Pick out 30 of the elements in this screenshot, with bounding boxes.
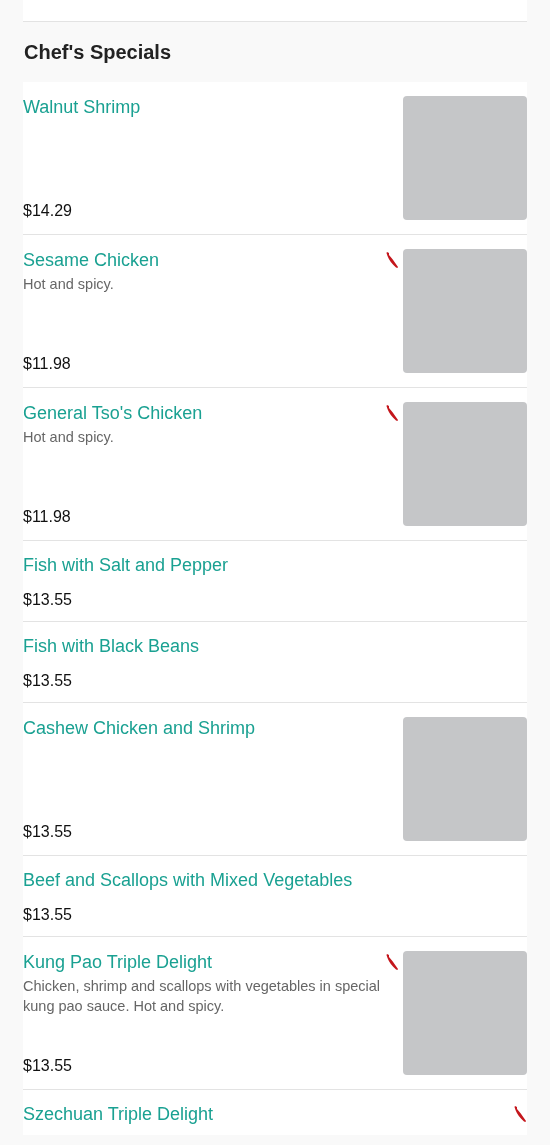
menu-item-row[interactable]: General Tso's Chicken Hot and spicy. $11.98: [23, 388, 527, 541]
menu-item-row[interactable]: Fish with Salt and Pepper $13.55: [23, 541, 527, 622]
dish-name[interactable]: Kung Pao Triple Delight: [23, 951, 213, 973]
dish-name[interactable]: Cashew Chicken and Shrimp: [23, 717, 256, 739]
dish-name[interactable]: Fish with Salt and Pepper: [23, 554, 229, 576]
dish-price: $14.29: [23, 201, 73, 220]
menu-item-row[interactable]: Szechuan Triple Delight: [23, 1090, 527, 1135]
menu-item-row[interactable]: Walnut Shrimp $14.29: [23, 82, 527, 235]
dish-name[interactable]: Sesame Chicken: [23, 249, 160, 271]
dish-name[interactable]: Szechuan Triple Delight: [23, 1103, 214, 1125]
menu-item-row[interactable]: Sesame Chicken Hot and spicy. $11.98: [23, 235, 527, 388]
menu-item-row[interactable]: Kung Pao Triple Delight Chicken, shrimp and scallops with vegetables in special kung pao sauce. Hot and spicy. $13.55: [23, 937, 527, 1090]
menu-item-row[interactable]: Fish with Black Beans $13.55: [23, 622, 527, 703]
dish-price: $11.98: [23, 507, 72, 526]
dish-name[interactable]: Walnut Shrimp: [23, 96, 141, 118]
dish-price: $13.55: [23, 822, 73, 841]
menu-item-row[interactable]: Cashew Chicken and Shrimp $13.55: [23, 703, 527, 856]
dish-price: $13.55: [23, 671, 73, 690]
menu-item-row[interactable]: Beef and Scallops with Mixed Vegetables $13.55: [23, 856, 527, 937]
section-title: Chef's Specials: [23, 40, 173, 65]
dish-name[interactable]: Fish with Black Beans: [23, 635, 200, 657]
dish-price: $13.55: [23, 1056, 73, 1075]
dish-description: Hot and spicy.: [23, 428, 115, 447]
dish-price: $13.55: [23, 590, 73, 609]
dish-name[interactable]: Beef and Scallops with Mixed Vegetables: [23, 869, 353, 891]
dish-price: $11.98: [23, 354, 72, 373]
dish-price: $13.55: [23, 905, 73, 924]
dish-description: Hot and spicy.: [23, 275, 115, 294]
dish-name[interactable]: General Tso's Chicken: [23, 402, 203, 424]
dish-description: Chicken, shrimp and scallops with vegetables in special kung pao sauce. Hot and spicy.: [23, 977, 382, 1016]
